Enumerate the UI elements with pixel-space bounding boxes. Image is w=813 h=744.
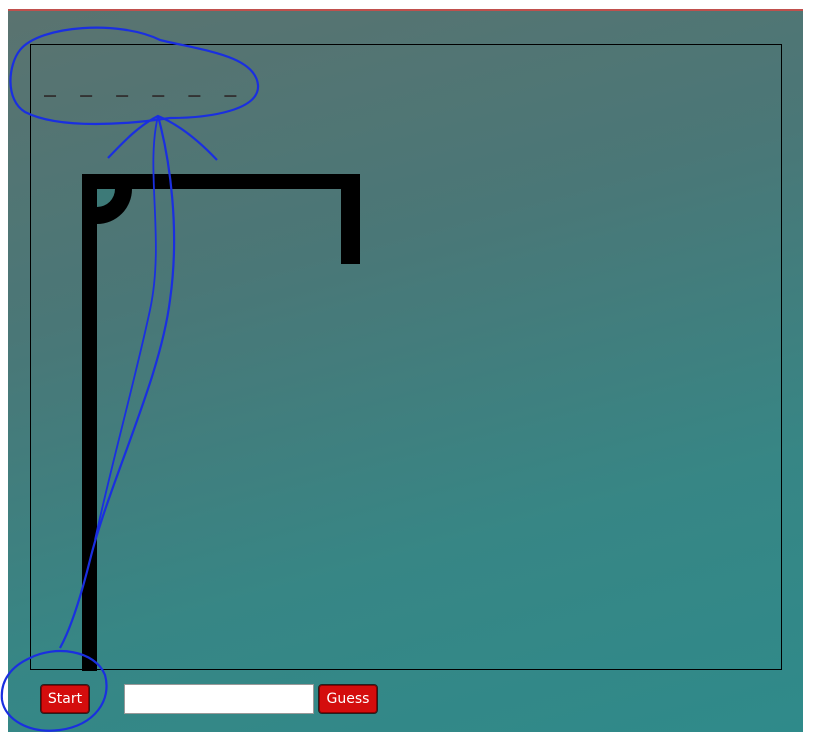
- guess-input[interactable]: [124, 684, 314, 714]
- game-stage: _ _ _ _ _ _ Start Guess: [8, 9, 803, 732]
- game-canvas-frame: [30, 44, 782, 670]
- word-mask-display: _ _ _ _ _ _: [44, 73, 243, 97]
- start-button[interactable]: Start: [40, 684, 90, 714]
- guess-button[interactable]: Guess: [318, 684, 378, 714]
